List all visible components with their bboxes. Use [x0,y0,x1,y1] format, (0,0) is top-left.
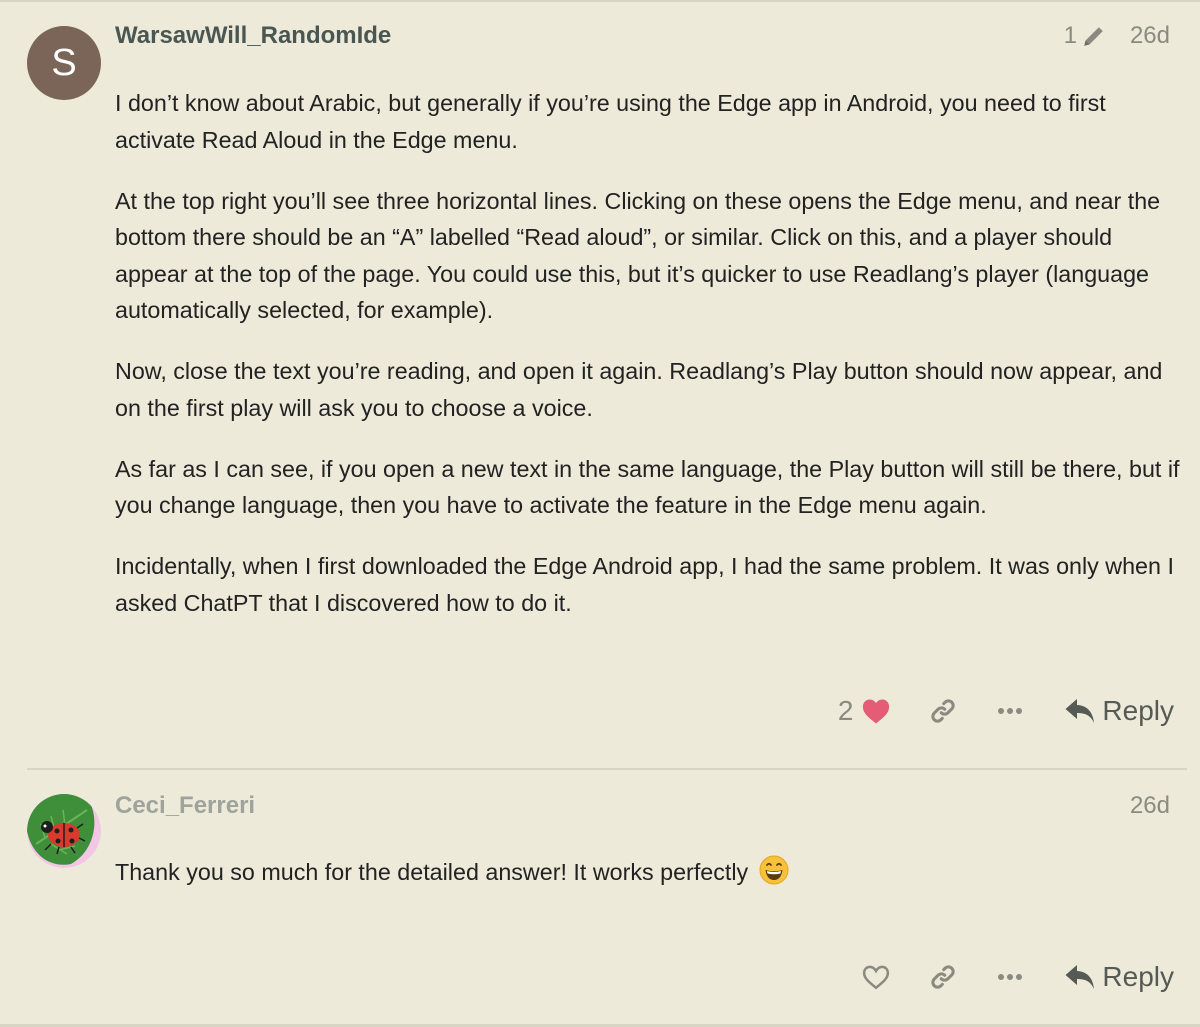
user-avatar[interactable] [27,794,101,868]
post-paragraph: I don’t know about Arabic, but generally… [115,90,1106,153]
post-paragraph: Incidentally, when I first downloaded th… [115,553,1174,616]
post-body: I don’t know about Arabic, but generally… [115,85,1180,646]
post-text: Thank you so much for the detailed answe… [115,859,749,885]
post-date[interactable]: 26d [1130,22,1170,50]
post-paragraph: At the top right you’ll see three horizo… [115,187,1161,324]
edit-count: 1 [1063,22,1077,49]
ellipsis-icon [998,974,1023,980]
reply-arrow-icon [1065,699,1095,723]
like-button[interactable] [861,963,891,991]
more-options-button[interactable] [997,707,1023,715]
post-body: Thank you so much for the detailed answe… [115,854,1180,891]
like-button[interactable]: 2 [838,695,892,727]
more-options-button[interactable] [997,973,1023,981]
post-actions: Reply [861,958,1174,996]
post-2: Ceci_Ferreri 26d Thank you so much for t… [0,770,1200,1024]
reply-arrow-icon [1065,965,1095,989]
post-paragraph: Now, close the text you’re reading, and … [115,358,1163,421]
link-icon [931,699,956,723]
user-avatar[interactable]: S [27,26,101,100]
reply-button[interactable]: Reply [1065,961,1174,993]
grinning-face-emoji [759,855,789,885]
post-author[interactable]: WarsawWill_RandomIde [115,22,391,50]
heart-outline-icon [863,965,890,990]
pencil-icon [1084,27,1103,46]
post-paragraph: As far as I can see, if you open a new t… [115,455,1180,519]
reply-label: Reply [1102,695,1174,726]
reply-label: Reply [1102,961,1174,992]
avatar-letter: S [51,41,77,84]
ladybug-avatar-icon [27,794,101,868]
post-author[interactable]: Ceci_Ferreri [115,792,255,820]
link-icon [931,965,956,989]
like-count: 2 [837,695,854,726]
post-actions: 2 Reply [838,692,1174,730]
post-meta: 26d [1130,792,1170,820]
copy-link-button[interactable] [929,697,957,725]
copy-link-button[interactable] [929,963,957,991]
ellipsis-icon [998,708,1023,714]
post-paragraph: Thank you so much for the detailed answe… [115,854,1180,891]
post-1: S WarsawWill_RandomIde 1 26d I don’t kno… [0,0,1200,768]
heart-icon [863,699,890,724]
post-meta: 1 26d [1064,22,1170,50]
reply-button[interactable]: Reply [1065,695,1174,727]
post-date[interactable]: 26d [1130,792,1170,820]
edit-history-button[interactable]: 1 [1064,22,1107,50]
